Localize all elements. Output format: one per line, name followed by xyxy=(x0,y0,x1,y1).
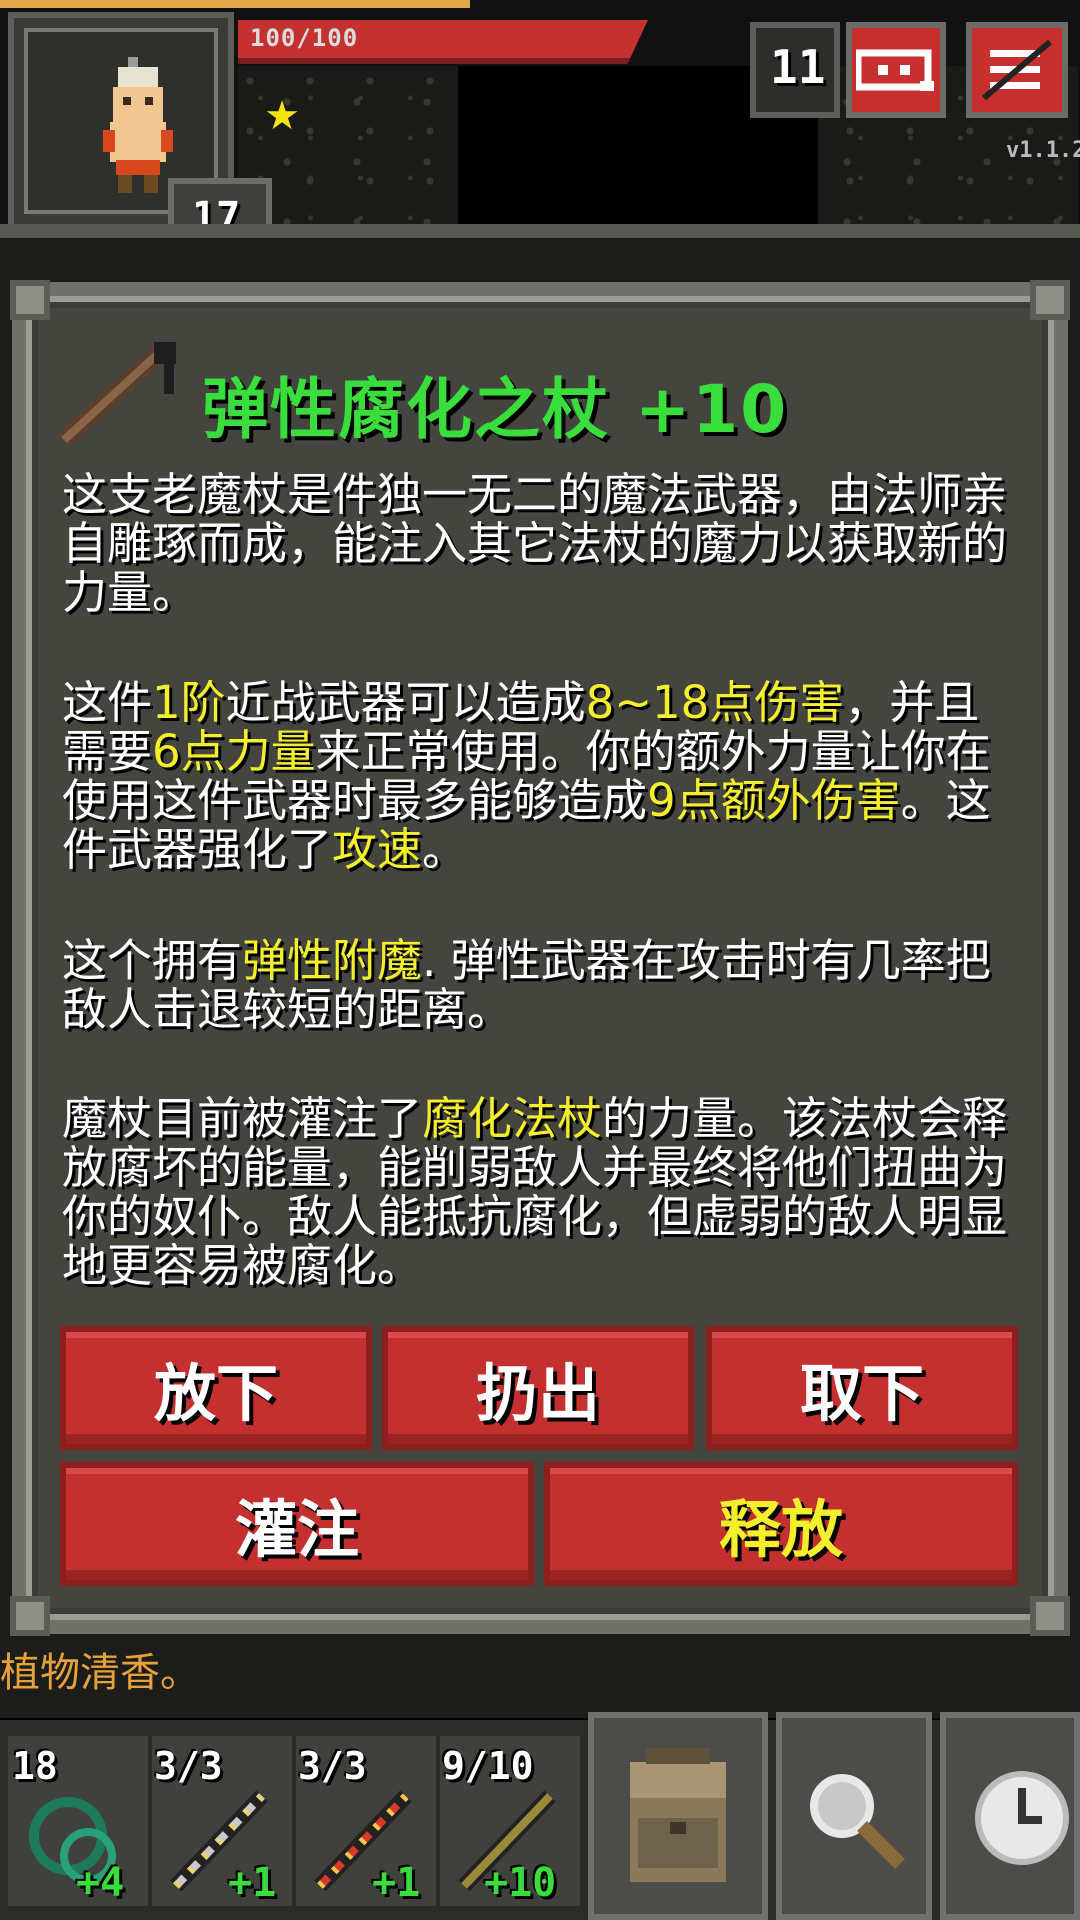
menu-icon xyxy=(982,40,1052,100)
quickslot-3-count: 3/3 xyxy=(298,1744,367,1788)
description-highlight: 1阶 xyxy=(152,676,226,729)
window-corner xyxy=(1030,1596,1070,1636)
throw-button[interactable]: 扔出 xyxy=(382,1326,694,1450)
description-text: 近战武器可以造成 xyxy=(225,676,586,729)
keys-value: 11 xyxy=(770,40,826,94)
window-corner xyxy=(10,1596,50,1636)
search-button[interactable] xyxy=(776,1712,932,1920)
search-icon xyxy=(810,1774,905,1869)
description-highlight: 8~18点伤害 xyxy=(585,676,845,729)
description-highlight: 6点力量 xyxy=(152,725,316,778)
zap-button[interactable]: 释放 xyxy=(544,1462,1018,1586)
quickslot-2-count: 3/3 xyxy=(154,1744,223,1788)
star-buff-icon[interactable]: ★ xyxy=(262,96,302,136)
quickslot-4-level: +10 xyxy=(484,1860,557,1906)
description-highlight: 腐化法杖 xyxy=(422,1092,603,1145)
description-text: 这个拥有 xyxy=(62,934,243,987)
hp-text: 100/100 xyxy=(250,24,359,52)
description-text: 这件 xyxy=(62,676,153,729)
description-highlight: 9点额外伤害 xyxy=(647,774,901,827)
description-text: 这支老魔杖是件独一无二的魔法武器，由法师亲自雕琢而成，能注入其它法杖的魔力以获取… xyxy=(62,468,1008,619)
item-description-p2: 这件1阶近战武器可以造成8~18点伤害，并且需要6点力量来正常使用。你的额外力量… xyxy=(62,678,1022,878)
quickslot-4-count: 9/10 xyxy=(442,1744,534,1788)
game-log-text: 植物清香。 xyxy=(0,1650,200,1696)
backpack-icon xyxy=(630,1748,726,1882)
gold-strip xyxy=(0,0,470,8)
quickslot-1-level: +4 xyxy=(76,1860,125,1906)
unequip-button[interactable]: 取下 xyxy=(706,1326,1018,1450)
journal-icon xyxy=(856,49,934,91)
quickslot-2-level: +1 xyxy=(228,1860,277,1906)
imbue-button[interactable]: 灌注 xyxy=(60,1462,534,1586)
window-corner xyxy=(1030,280,1070,320)
item-description-p3: 这个拥有弹性附魔. 弹性武器在攻击时有几率把敌人击退较短的距离。 xyxy=(62,936,1022,1036)
item-description-p4: 魔杖目前被灌注了腐化法杖的力量。该法杖会释放腐坏的能量，能削弱敌人并最终将他们扭… xyxy=(62,1094,1022,1294)
wand-icon xyxy=(57,342,176,447)
description-highlight: 攻速 xyxy=(332,823,423,876)
drop-button[interactable]: 放下 xyxy=(60,1326,372,1450)
version-label: v1.1.2 xyxy=(1006,138,1080,163)
backpack-button[interactable] xyxy=(588,1712,768,1920)
window-corner xyxy=(10,280,50,320)
clock-icon xyxy=(975,1771,1069,1865)
dungeon-view[interactable] xyxy=(238,66,1078,232)
description-highlight: 弹性附魔 xyxy=(242,934,423,987)
journal-button[interactable] xyxy=(846,22,946,118)
item-description-p1: 这支老魔杖是件独一无二的魔法武器，由法师亲自雕琢而成，能注入其它法杖的魔力以获取… xyxy=(62,470,1022,620)
description-text: 魔杖目前被灌注了 xyxy=(62,1092,423,1145)
hud-rail xyxy=(0,224,1080,238)
quickslot-3-level: +1 xyxy=(372,1860,421,1906)
quickslot-1-count: 18 xyxy=(12,1744,58,1788)
item-title: 弹性腐化之杖 +10 xyxy=(202,371,789,448)
wait-button[interactable] xyxy=(940,1712,1080,1920)
keys-counter: 11 xyxy=(750,22,840,118)
menu-button[interactable] xyxy=(966,22,1068,118)
item-header: 弹性腐化之杖 +10 xyxy=(52,340,1032,450)
description-text: 。 xyxy=(422,823,468,876)
